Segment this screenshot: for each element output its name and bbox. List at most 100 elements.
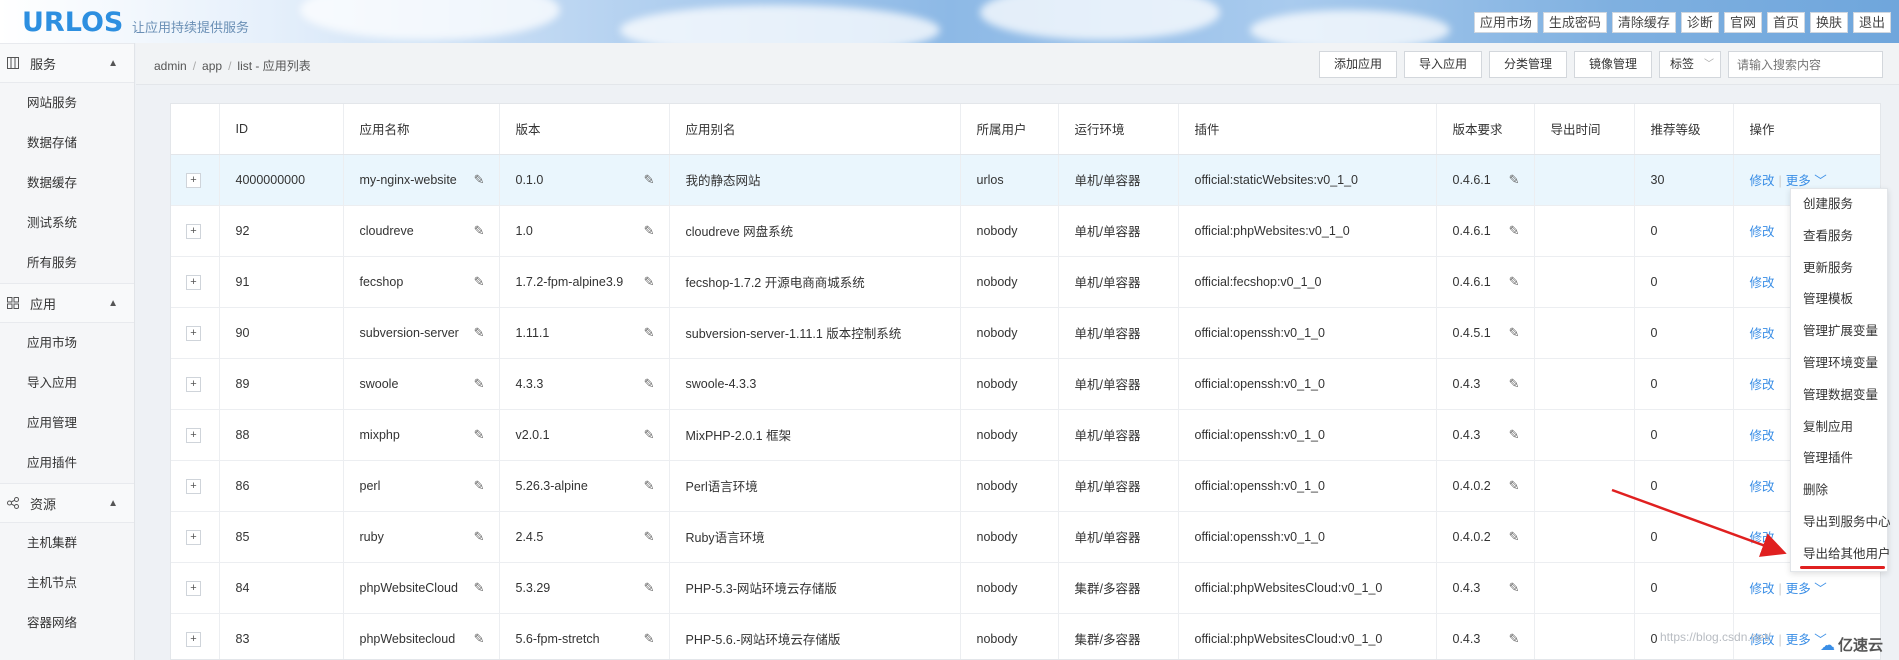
expand-plus-icon[interactable]: + (186, 631, 201, 647)
edit-link[interactable]: 修改 (1750, 225, 1775, 239)
table-row[interactable]: +88 mixphp ✎ v2.0.1 ✎ MixPHP-2.0.1 框架 nobody 单机… (171, 409, 1880, 461)
nav-official-site[interactable]: 官网 (1723, 12, 1762, 33)
edit-pencil-icon[interactable]: ✎ (474, 427, 485, 443)
sidebar-item-app-management[interactable]: 应用管理 (0, 403, 134, 443)
table-row[interactable]: +4000000000 my-nginx-website ✎ 0.1.0 ✎ 我的静态网站… (171, 154, 1880, 206)
edit-link[interactable]: 修改 (1750, 480, 1775, 494)
edit-pencil-icon[interactable]: ✎ (1509, 580, 1520, 596)
expand-plus-icon[interactable]: + (186, 427, 201, 443)
more-link[interactable]: 更多 ﹀ (1786, 174, 1827, 188)
table-row[interactable]: +84 phpWebsiteCloud ✎ 5.3.29 ✎ PHP-5.3-网站环境云存… (171, 562, 1880, 614)
edit-pencil-icon[interactable]: ✎ (644, 223, 655, 239)
sidebar-group-services[interactable]: 服务 ▲ (0, 43, 134, 83)
edit-pencil-icon[interactable]: ✎ (644, 631, 655, 647)
edit-link[interactable]: 修改 (1750, 429, 1775, 443)
table-row[interactable]: +89 swoole ✎ 4.3.3 ✎ swoole-4.3.3 nobody 单机/单容器… (171, 358, 1880, 410)
edit-pencil-icon[interactable]: ✎ (644, 274, 655, 290)
tag-select[interactable]: 标签 ﹀ (1659, 51, 1721, 78)
edit-pencil-icon[interactable]: ✎ (1509, 274, 1520, 290)
edit-pencil-icon[interactable]: ✎ (474, 376, 485, 392)
edit-link[interactable]: 修改 (1750, 531, 1775, 545)
edit-pencil-icon[interactable]: ✎ (1509, 325, 1520, 341)
edit-pencil-icon[interactable]: ✎ (1509, 529, 1520, 545)
edit-pencil-icon[interactable]: ✎ (1509, 376, 1520, 392)
sidebar-item-container-network[interactable]: 容器网络 (0, 603, 134, 643)
expand-plus-icon[interactable]: + (186, 172, 201, 188)
menu-manage-data-vars[interactable]: 管理数据变量 (1791, 380, 1887, 412)
edit-link[interactable]: 修改 (1750, 582, 1775, 596)
edit-pencil-icon[interactable]: ✎ (474, 580, 485, 596)
edit-pencil-icon[interactable]: ✎ (644, 172, 655, 188)
sidebar-item-import-app[interactable]: 导入应用 (0, 363, 134, 403)
nav-clear-cache[interactable]: 清除缓存 (1611, 12, 1676, 33)
edit-pencil-icon[interactable]: ✎ (644, 376, 655, 392)
nav-diagnose[interactable]: 诊断 (1680, 12, 1719, 33)
edit-link[interactable]: 修改 (1750, 327, 1775, 341)
sidebar-item-data-cache[interactable]: 数据缓存 (0, 163, 134, 203)
edit-pencil-icon[interactable]: ✎ (644, 325, 655, 341)
sidebar-item-data-storage[interactable]: 数据存储 (0, 123, 134, 163)
add-app-button[interactable]: 添加应用 (1318, 51, 1397, 78)
edit-pencil-icon[interactable]: ✎ (474, 631, 485, 647)
expand-plus-icon[interactable]: + (186, 580, 201, 596)
sidebar-item-host-node[interactable]: 主机节点 (0, 563, 134, 603)
table-row[interactable]: +85 ruby ✎ 2.4.5 ✎ Ruby语言环境 nobody 单机/单容器 offici… (171, 511, 1880, 563)
expand-plus-icon[interactable]: + (186, 478, 201, 494)
image-management-button[interactable]: 镜像管理 (1573, 51, 1652, 78)
edit-pencil-icon[interactable]: ✎ (474, 172, 485, 188)
sidebar-group-apps[interactable]: 应用 ▲ (0, 283, 134, 323)
edit-pencil-icon[interactable]: ✎ (474, 325, 485, 341)
edit-pencil-icon[interactable]: ✎ (474, 274, 485, 290)
expand-plus-icon[interactable]: + (186, 274, 201, 290)
edit-pencil-icon[interactable]: ✎ (644, 529, 655, 545)
sidebar-item-website-services[interactable]: 网站服务 (0, 83, 134, 123)
edit-pencil-icon[interactable]: ✎ (1509, 172, 1520, 188)
sidebar-group-resources[interactable]: 资源 ▲ (0, 483, 134, 523)
edit-pencil-icon[interactable]: ✎ (1509, 223, 1520, 239)
expand-plus-icon[interactable]: + (186, 529, 201, 545)
breadcrumb-admin[interactable]: admin (154, 59, 187, 73)
nav-generate-password[interactable]: 生成密码 (1542, 12, 1607, 33)
expand-plus-icon[interactable]: + (186, 223, 201, 239)
menu-delete[interactable]: 删除 (1791, 475, 1887, 507)
menu-manage-templates[interactable]: 管理模板 (1791, 284, 1887, 316)
search-input[interactable] (1728, 51, 1883, 78)
nav-home[interactable]: 首页 (1766, 12, 1805, 33)
edit-link[interactable]: 修改 (1750, 276, 1775, 290)
edit-pencil-icon[interactable]: ✎ (644, 427, 655, 443)
edit-link[interactable]: 修改 (1750, 378, 1775, 392)
table-row[interactable]: +91 fecshop ✎ 1.7.2-fpm-alpine3.9 ✎ fecshop-1… (171, 256, 1880, 308)
edit-pencil-icon[interactable]: ✎ (474, 223, 485, 239)
expand-plus-icon[interactable]: + (186, 325, 201, 341)
sidebar-item-all-services[interactable]: 所有服务 (0, 243, 134, 283)
menu-update-service[interactable]: 更新服务 (1791, 253, 1887, 285)
sidebar-item-app-plugins[interactable]: 应用插件 (0, 443, 134, 483)
import-app-button[interactable]: 导入应用 (1403, 51, 1482, 78)
edit-pencil-icon[interactable]: ✎ (474, 529, 485, 545)
breadcrumb-app[interactable]: app (202, 59, 222, 73)
edit-pencil-icon[interactable]: ✎ (474, 478, 485, 494)
menu-create-service[interactable]: 创建服务 (1791, 189, 1887, 221)
menu-export-to-service-center[interactable]: 导出到服务中心 (1791, 507, 1891, 539)
edit-pencil-icon[interactable]: ✎ (644, 478, 655, 494)
expand-plus-icon[interactable]: + (186, 376, 201, 392)
menu-manage-extension-vars[interactable]: 管理扩展变量 (1791, 316, 1887, 348)
menu-view-service[interactable]: 查看服务 (1791, 221, 1887, 253)
table-row[interactable]: +86 perl ✎ 5.26.3-alpine ✎ Perl语言环境 nobody 单机/单… (171, 460, 1880, 512)
category-management-button[interactable]: 分类管理 (1488, 51, 1567, 78)
table-row[interactable]: +90 subversion-server ✎ 1.11.1 ✎ subversion-s… (171, 307, 1880, 359)
table-row[interactable]: +83 phpWebsitecloud ✎ 5.6-fpm-stretch ✎ PHP-5… (171, 613, 1880, 659)
edit-pencil-icon[interactable]: ✎ (644, 580, 655, 596)
sidebar-item-app-market[interactable]: 应用市场 (0, 323, 134, 363)
edit-link[interactable]: 修改 (1750, 174, 1775, 188)
menu-manage-env-vars[interactable]: 管理环境变量 (1791, 348, 1887, 380)
edit-pencil-icon[interactable]: ✎ (1509, 478, 1520, 494)
edit-pencil-icon[interactable]: ✎ (1509, 631, 1520, 647)
sidebar-item-test-system[interactable]: 测试系统 (0, 203, 134, 243)
nav-app-market[interactable]: 应用市场 (1473, 12, 1538, 33)
sidebar-item-host-cluster[interactable]: 主机集群 (0, 523, 134, 563)
nav-logout[interactable]: 退出 (1852, 12, 1891, 33)
nav-skin[interactable]: 换肤 (1809, 12, 1848, 33)
menu-copy-app[interactable]: 复制应用 (1791, 412, 1887, 444)
menu-manage-plugins[interactable]: 管理插件 (1791, 443, 1887, 475)
